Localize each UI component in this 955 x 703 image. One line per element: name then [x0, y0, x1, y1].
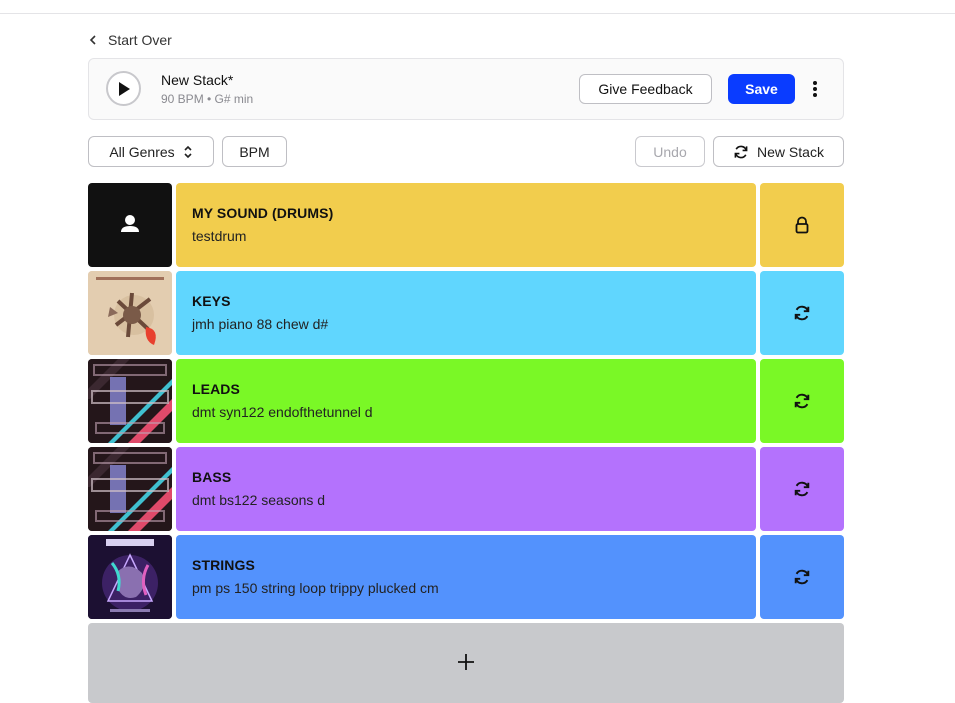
swap-sample-button[interactable] [760, 447, 844, 531]
user-icon [121, 215, 139, 232]
stack-title: New Stack* [161, 72, 234, 88]
album-art-image [88, 271, 172, 355]
layer-category: STRINGS [192, 557, 255, 573]
layer-sample-name: dmt syn122 endofthetunnel d [192, 404, 373, 420]
top-divider [0, 13, 955, 14]
stack-meta: 90 BPM • G# min [161, 92, 254, 106]
start-over-link[interactable]: Start Over [89, 31, 172, 49]
album-art-image [88, 447, 172, 531]
layer-thumbnail [88, 535, 172, 619]
layer-info[interactable]: STRINGS pm ps 150 string loop trippy plu… [176, 535, 756, 619]
layer-category: BASS [192, 469, 232, 485]
layer-sample-name: jmh piano 88 chew d# [192, 316, 329, 332]
start-over-label: Start Over [108, 32, 172, 48]
plus-icon [458, 654, 474, 670]
genre-select-label: All Genres [109, 143, 175, 160]
layer-row-leads: LEADS dmt syn122 endofthetunnel d [88, 359, 844, 443]
refresh-icon [794, 569, 810, 585]
add-layer-button[interactable] [88, 623, 844, 703]
refresh-icon [734, 145, 748, 158]
stack-player-bar: New Stack* 90 BPM • G# min Give Feedback… [88, 58, 844, 120]
bpm-filter-button[interactable]: BPM [222, 136, 287, 167]
save-button[interactable]: Save [728, 74, 795, 104]
refresh-icon [794, 393, 810, 409]
swap-sample-button[interactable] [760, 359, 844, 443]
undo-button[interactable]: Undo [635, 136, 705, 167]
new-stack-label: New Stack [757, 143, 824, 160]
chevron-up-down-icon [184, 145, 192, 158]
layer-row-bass: BASS dmt bs122 seasons d [88, 447, 844, 531]
layer-row-drums: MY SOUND (DRUMS) testdrum [88, 183, 844, 267]
layer-thumbnail [88, 183, 172, 267]
refresh-icon [794, 305, 810, 321]
new-stack-button[interactable]: New Stack [713, 136, 844, 167]
layer-row-strings: STRINGS pm ps 150 string loop trippy plu… [88, 535, 844, 619]
layer-sample-name: testdrum [192, 228, 247, 244]
album-art-image [88, 535, 172, 619]
swap-sample-button[interactable] [760, 271, 844, 355]
more-options-button[interactable] [804, 74, 826, 104]
layer-sample-name: pm ps 150 string loop trippy plucked cm [192, 580, 439, 596]
more-vertical-icon [813, 81, 817, 97]
genre-select[interactable]: All Genres [88, 136, 214, 167]
layer-info[interactable]: MY SOUND (DRUMS) testdrum [176, 183, 756, 267]
layer-sample-name: dmt bs122 seasons d [192, 492, 326, 508]
album-art-image [88, 359, 172, 443]
lock-icon [795, 216, 809, 234]
play-icon [118, 81, 130, 96]
layer-thumbnail [88, 447, 172, 531]
layer-category: LEADS [192, 381, 240, 397]
layer-category: KEYS [192, 293, 231, 309]
layer-category: MY SOUND (DRUMS) [192, 205, 334, 221]
layer-info[interactable]: BASS dmt bs122 seasons d [176, 447, 756, 531]
layer-info[interactable]: KEYS jmh piano 88 chew d# [176, 271, 756, 355]
layer-thumbnail [88, 359, 172, 443]
play-button[interactable] [106, 71, 141, 106]
layer-row-keys: KEYS jmh piano 88 chew d# [88, 271, 844, 355]
refresh-icon [794, 481, 810, 497]
layer-info[interactable]: LEADS dmt syn122 endofthetunnel d [176, 359, 756, 443]
layer-thumbnail [88, 271, 172, 355]
give-feedback-button[interactable]: Give Feedback [579, 74, 712, 104]
swap-sample-button[interactable] [760, 535, 844, 619]
lock-layer-button[interactable] [760, 183, 844, 267]
chevron-left-icon [89, 35, 99, 45]
